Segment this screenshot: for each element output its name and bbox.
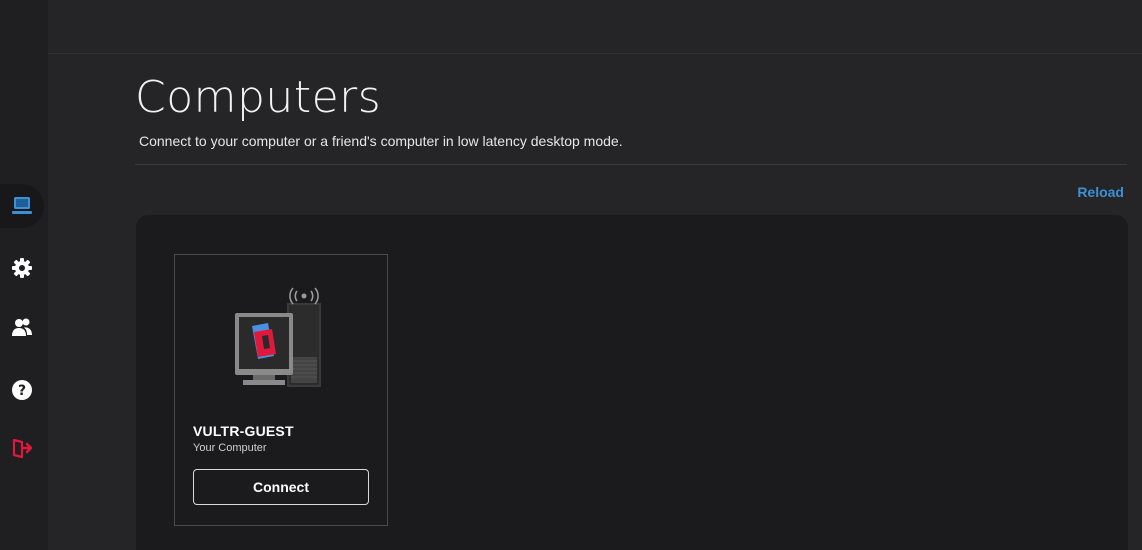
connect-button[interactable]: Connect <box>193 469 369 505</box>
computer-name: VULTR-GUEST <box>193 423 294 439</box>
sidebar: ? <box>0 0 48 550</box>
desktop-computer-icon <box>235 287 321 387</box>
users-icon <box>12 318 32 336</box>
reload-link[interactable]: Reload <box>1077 184 1124 200</box>
computer-icon <box>12 197 32 214</box>
nav-computers[interactable] <box>0 184 44 228</box>
computer-subtitle: Your Computer <box>193 442 267 454</box>
nav-help[interactable]: ? <box>0 368 44 412</box>
computer-card: VULTR-GUEST Your Computer Connect <box>174 254 388 526</box>
divider <box>135 164 1127 165</box>
help-icon: ? <box>12 380 32 400</box>
top-bar <box>48 0 1142 54</box>
gear-icon <box>12 258 32 278</box>
nav-logout[interactable] <box>0 426 44 470</box>
logout-icon <box>12 438 33 459</box>
svg-text:?: ? <box>18 383 26 399</box>
page-subtitle: Connect to your computer or a friend's c… <box>139 133 623 149</box>
page-title: Computers <box>135 72 382 123</box>
nav-settings[interactable] <box>0 246 44 290</box>
nav-friends[interactable] <box>0 306 44 350</box>
